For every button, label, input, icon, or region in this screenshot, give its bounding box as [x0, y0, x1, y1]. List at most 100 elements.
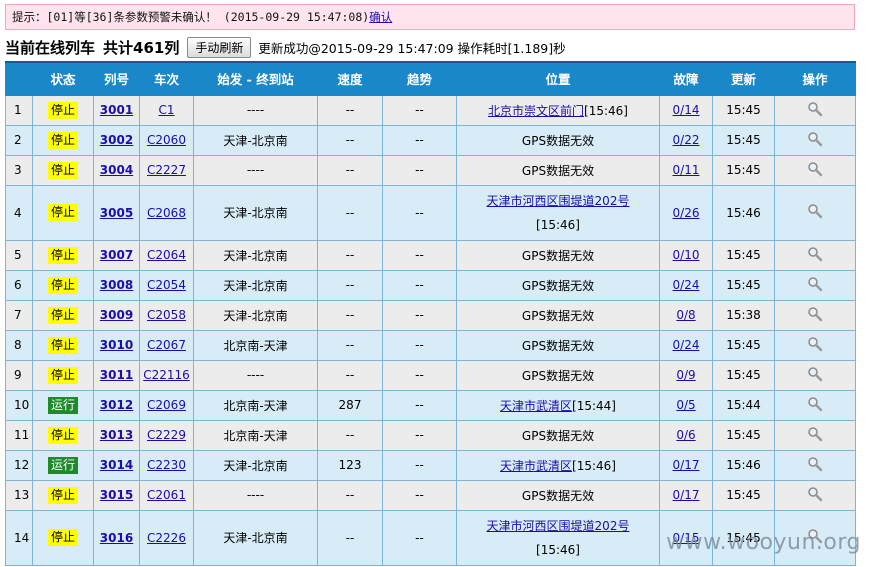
train-no-link[interactable]: 3007	[100, 248, 133, 262]
trip-link[interactable]: C2227	[147, 163, 186, 177]
status-badge: 停止	[47, 246, 78, 264]
status-badge: 停止	[47, 486, 78, 504]
fault-link[interactable]: 0/17	[673, 488, 700, 502]
trip-link[interactable]: C2064	[147, 248, 186, 262]
train-no-link[interactable]: 3009	[100, 308, 133, 322]
route-cell: ----	[193, 154, 318, 186]
trip-link[interactable]: C2058	[147, 308, 186, 322]
location-cell: 天津市河西区围堤道202号 [15:46]	[456, 184, 660, 241]
row-index: 14	[5, 509, 33, 566]
action-cell	[774, 154, 856, 186]
trip-link[interactable]: C22116	[143, 368, 190, 382]
trend-cell: --	[382, 239, 457, 271]
magnifier-icon[interactable]	[807, 161, 823, 177]
magnifier-icon[interactable]	[807, 203, 823, 219]
row-index: 13	[5, 479, 33, 511]
train-no-link[interactable]: 3002	[100, 133, 133, 147]
fault-link[interactable]: 0/24	[673, 338, 700, 352]
location-cell: GPS数据无效	[456, 299, 660, 331]
trip-link[interactable]: C2067	[147, 338, 186, 352]
train-count: 共计461列	[103, 38, 180, 57]
trip-link[interactable]: C2230	[147, 458, 186, 472]
magnifier-icon[interactable]	[807, 426, 823, 442]
train-no-link[interactable]: 3005	[100, 206, 133, 220]
status-cell: 停止	[32, 479, 94, 511]
col-action: 操作	[774, 61, 856, 96]
trend-cell: --	[382, 94, 457, 126]
fault-link[interactable]: 0/26	[673, 206, 700, 220]
fault-link[interactable]: 0/22	[673, 133, 700, 147]
fault-cell: 0/17	[659, 479, 713, 511]
magnifier-icon[interactable]	[807, 486, 823, 502]
trip-link[interactable]: C2068	[147, 206, 186, 220]
magnifier-icon[interactable]	[807, 101, 823, 117]
fault-link[interactable]: 0/9	[676, 368, 695, 382]
trip-link[interactable]: C2229	[147, 428, 186, 442]
status-cell: 运行	[32, 449, 94, 481]
train-no-link[interactable]: 3014	[100, 458, 133, 472]
magnifier-icon[interactable]	[807, 456, 823, 472]
refresh-button[interactable]: 手动刷新	[187, 36, 252, 58]
speed-cell: --	[317, 154, 383, 186]
train-no-link[interactable]: 3004	[100, 163, 133, 177]
train-no-link[interactable]: 3010	[100, 338, 133, 352]
train-no-link[interactable]: 3015	[100, 488, 133, 502]
action-cell	[774, 239, 856, 271]
location-link[interactable]: 天津市河西区围堤道202号	[487, 519, 630, 533]
fault-link[interactable]: 0/6	[676, 428, 695, 442]
fault-link[interactable]: 0/10	[673, 248, 700, 262]
speed-cell: 287	[317, 389, 383, 421]
magnifier-icon[interactable]	[807, 306, 823, 322]
fault-link[interactable]: 0/17	[673, 458, 700, 472]
fault-link[interactable]: 0/8	[676, 308, 695, 322]
fault-link[interactable]: 0/11	[673, 163, 700, 177]
location-link[interactable]: 天津市武清区	[500, 399, 572, 413]
trend-cell: --	[382, 389, 457, 421]
trend-cell: --	[382, 449, 457, 481]
fault-cell: 0/5	[659, 389, 713, 421]
train-no-link[interactable]: 3016	[100, 531, 133, 545]
row-index: 10	[5, 389, 33, 421]
trip-link[interactable]: C2061	[147, 488, 186, 502]
trip-link[interactable]: C1	[158, 103, 174, 117]
trip-cell: C2060	[139, 124, 194, 156]
page-title: 当前在线列车	[5, 38, 96, 57]
action-cell	[774, 419, 856, 451]
train-no-link[interactable]: 3008	[100, 278, 133, 292]
trip-link[interactable]: C2060	[147, 133, 186, 147]
table-row: 5 停止 3007 C2064 天津-北京南 -- -- GPS数据无效 0/10 15:45	[5, 239, 856, 271]
location-link[interactable]: 天津市河西区围堤道202号	[487, 194, 630, 208]
fault-link[interactable]: 0/24	[673, 278, 700, 292]
fault-link[interactable]: 0/5	[676, 398, 695, 412]
fault-cell: 0/26	[659, 184, 713, 241]
trip-link[interactable]: C2054	[147, 278, 186, 292]
train-no-link[interactable]: 3012	[100, 398, 133, 412]
location-link[interactable]: 北京市崇文区前门	[488, 104, 584, 118]
magnifier-icon[interactable]	[807, 366, 823, 382]
col-trend: 趋势	[382, 61, 457, 96]
trip-link[interactable]: C2226	[147, 531, 186, 545]
magnifier-icon[interactable]	[807, 131, 823, 147]
magnifier-icon[interactable]	[807, 396, 823, 412]
location-cell: 天津市武清区[15:46]	[456, 449, 660, 481]
train-no-link[interactable]: 3011	[100, 368, 133, 382]
col-index	[5, 61, 33, 96]
magnifier-icon[interactable]	[807, 276, 823, 292]
train-no-link[interactable]: 3013	[100, 428, 133, 442]
location-cell: GPS数据无效	[456, 269, 660, 301]
magnifier-icon[interactable]	[807, 336, 823, 352]
updated-cell: 15:45	[712, 94, 775, 126]
fault-cell: 0/17	[659, 449, 713, 481]
confirm-link[interactable]: 确认	[369, 10, 392, 24]
status-cell: 停止	[32, 94, 94, 126]
trip-link[interactable]: C2069	[147, 398, 186, 412]
action-cell	[774, 329, 856, 361]
location-cell: 天津市武清区[15:44]	[456, 389, 660, 421]
fault-link[interactable]: 0/14	[673, 103, 700, 117]
magnifier-icon[interactable]	[807, 246, 823, 262]
trip-cell: C1	[139, 94, 194, 126]
location-link[interactable]: 天津市武清区	[500, 459, 572, 473]
train-no-link[interactable]: 3001	[100, 103, 133, 117]
location-cell: GPS数据无效	[456, 359, 660, 391]
speed-cell: --	[317, 269, 383, 301]
